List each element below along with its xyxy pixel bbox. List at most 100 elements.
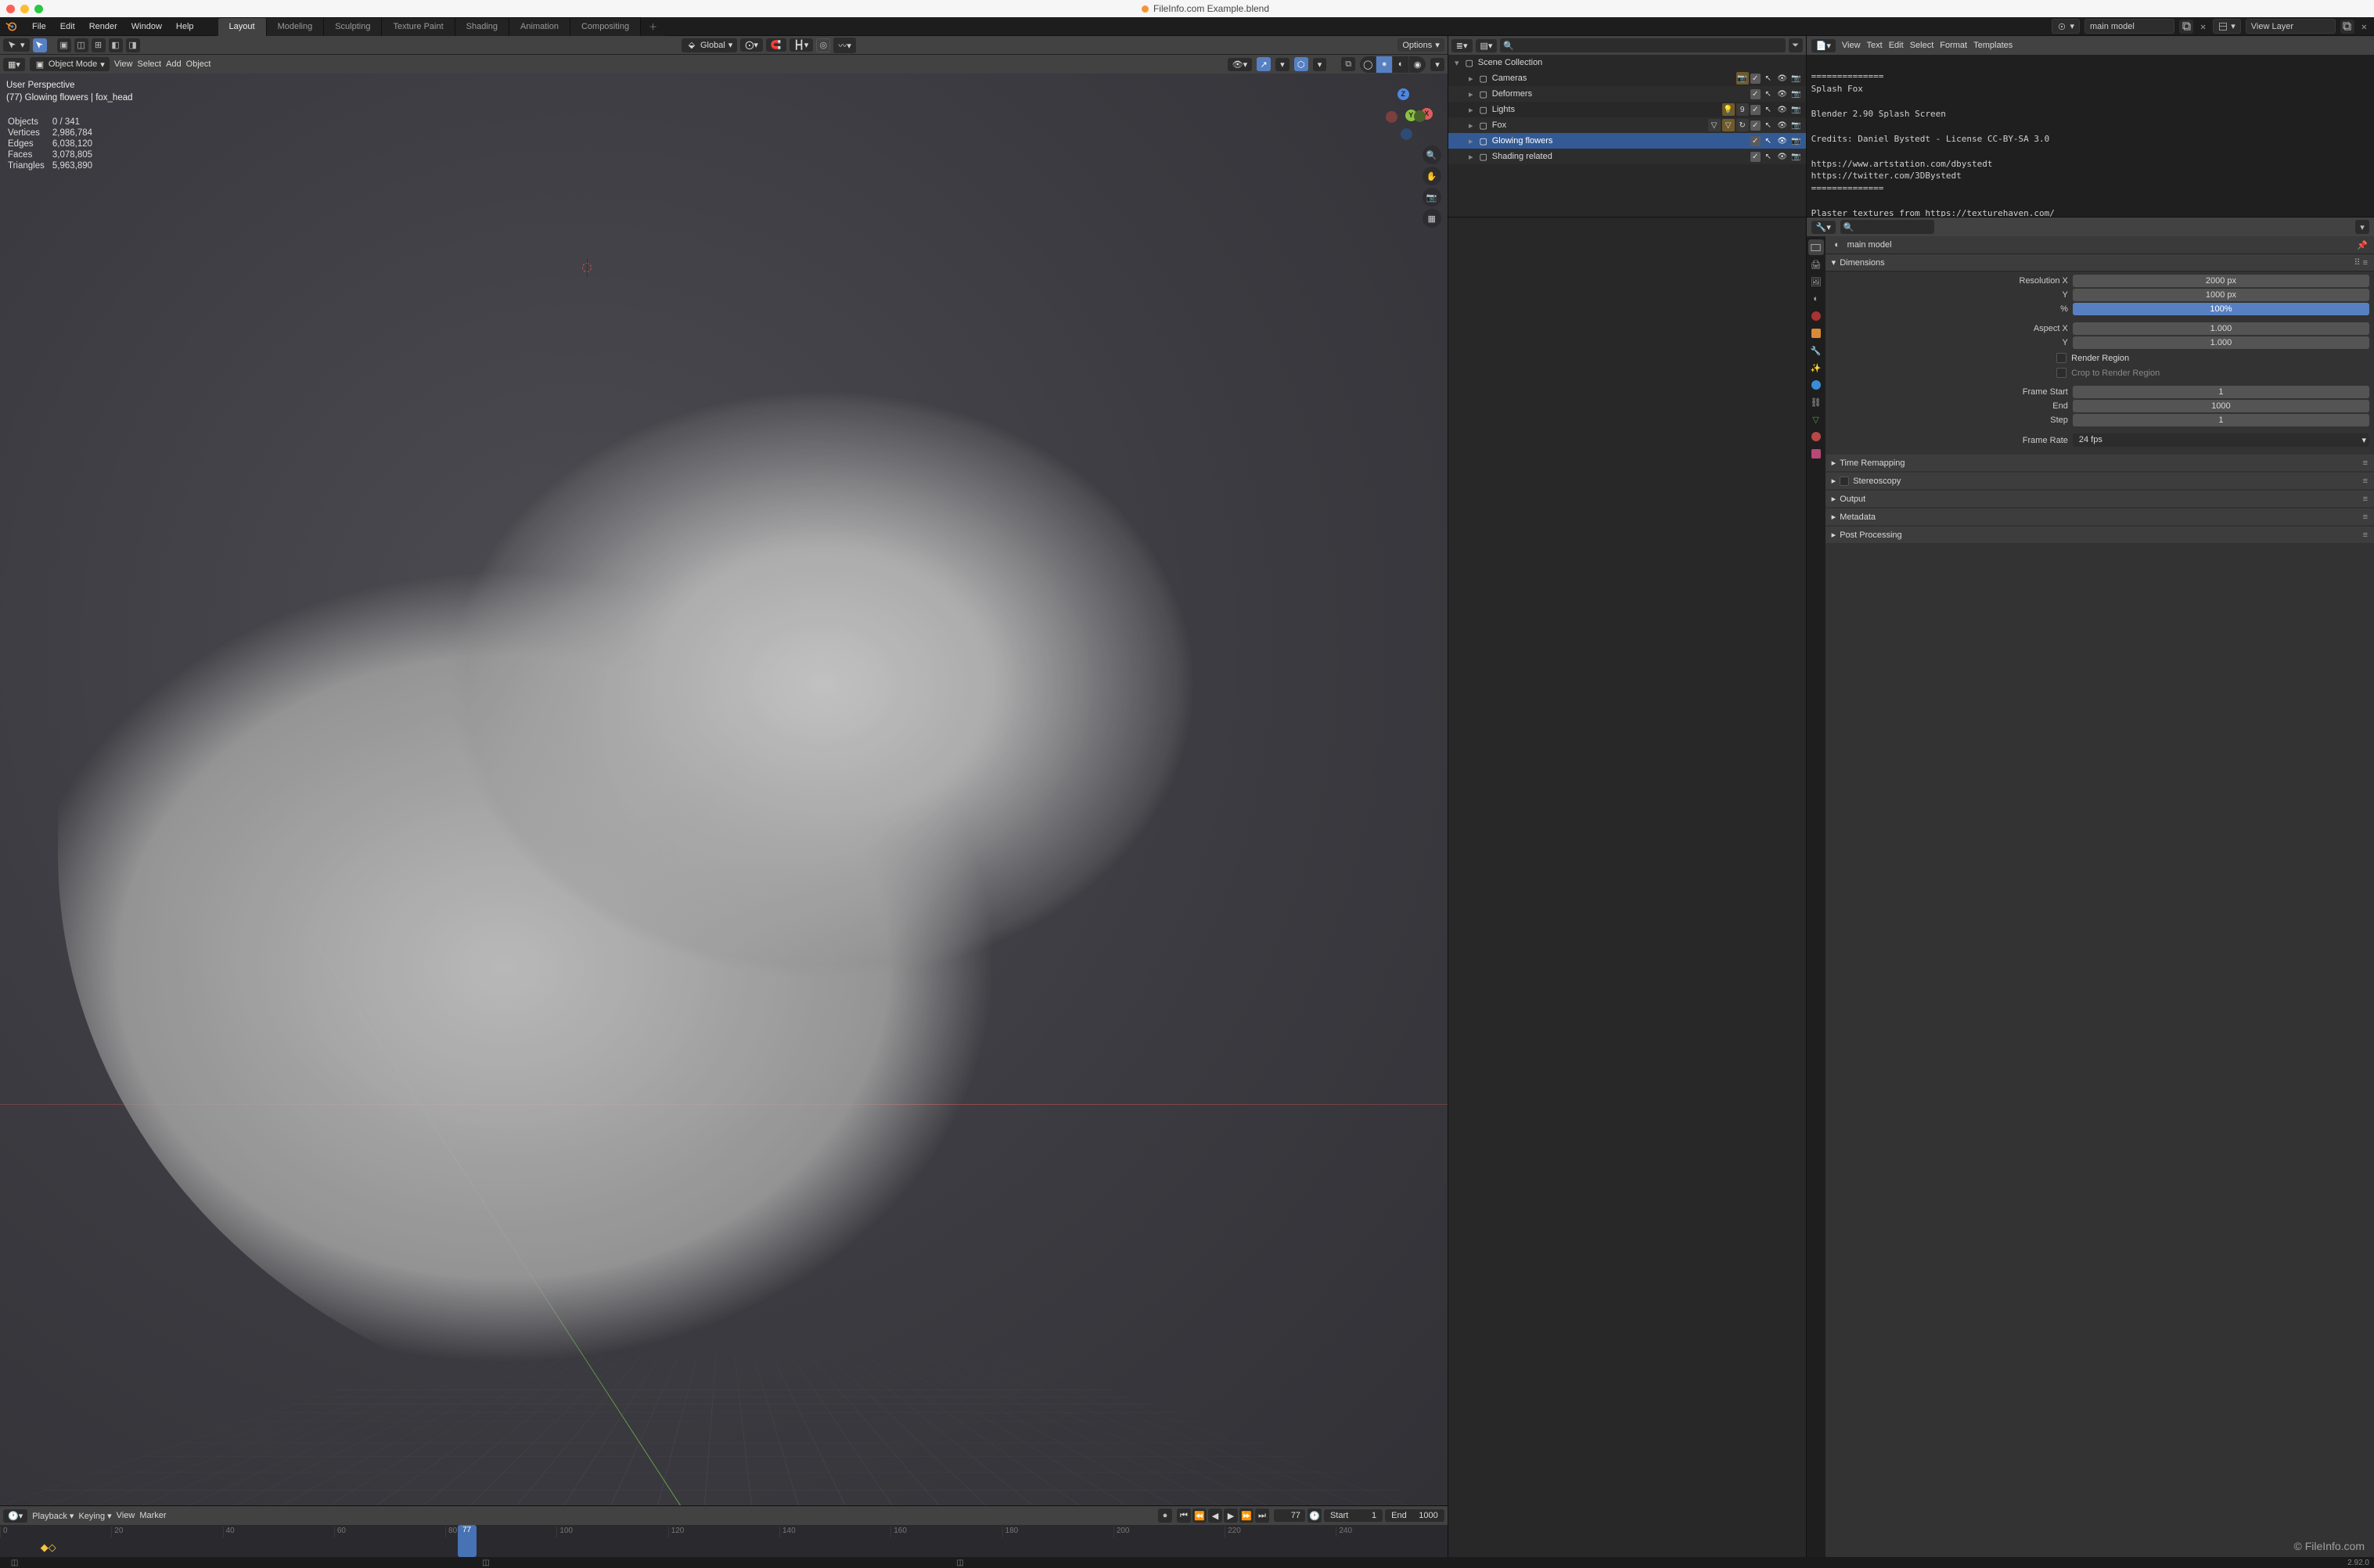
proportional-falloff[interactable]: 〰▾: [833, 38, 856, 53]
pin-icon[interactable]: 📌: [2357, 240, 2368, 250]
exclude-checkbox[interactable]: ✓: [1750, 152, 1761, 162]
frame-start-field[interactable]: Start1: [1324, 1509, 1383, 1522]
viewport-menu-add[interactable]: Add: [166, 59, 182, 69]
outliner-search-input[interactable]: 🔍: [1500, 38, 1785, 52]
properties-options[interactable]: ▾: [2355, 220, 2369, 234]
zoom-icon[interactable]: 🔍: [1423, 146, 1441, 164]
texteditor-menu-text[interactable]: Text: [1867, 41, 1883, 50]
viewport-menu-select[interactable]: Select: [137, 59, 161, 69]
scene-name-field[interactable]: main model: [2084, 19, 2174, 34]
texteditor-menu-view[interactable]: View: [1842, 41, 1861, 50]
jump-to-start-icon[interactable]: ⏮: [1177, 1509, 1191, 1523]
render-region-checkbox[interactable]: Render Region: [1830, 351, 2369, 365]
workspace-tab-layout[interactable]: Layout: [218, 17, 267, 36]
area-corner-mid1[interactable]: ◫: [479, 1559, 493, 1567]
panel-stereoscopy[interactable]: ▸Stereoscopy≡: [1825, 473, 2374, 489]
texteditor-menu-select[interactable]: Select: [1910, 41, 1934, 50]
transform-orientation[interactable]: ⬙Global ▾: [682, 38, 737, 52]
visibility-icon[interactable]: 👁: [1776, 150, 1789, 163]
visibility-icon[interactable]: 👁: [1776, 119, 1789, 131]
render-icon[interactable]: 📷: [1790, 103, 1803, 116]
select-mode-4[interactable]: ◧: [109, 38, 123, 52]
resolution-x-field[interactable]: 2000 px: [2073, 275, 2369, 287]
texteditor-menu-templates[interactable]: Templates: [1973, 41, 2013, 50]
frame-step-field[interactable]: 1: [2073, 414, 2369, 426]
aspect-y-field[interactable]: 1.000: [2073, 336, 2369, 349]
exclude-checkbox[interactable]: ✓: [1750, 120, 1761, 131]
tab-texture[interactable]: [1808, 446, 1824, 462]
editor-type-text[interactable]: 📄▾: [1811, 39, 1836, 52]
shading-rendered[interactable]: ◉: [1409, 56, 1426, 73]
visibility-icon[interactable]: 👁: [1776, 103, 1789, 116]
crop-region-checkbox[interactable]: Crop to Render Region: [1830, 365, 2369, 380]
tab-render[interactable]: [1808, 239, 1824, 255]
selectable-icon[interactable]: ↖: [1762, 88, 1775, 100]
overlays-options[interactable]: ▾: [1313, 58, 1327, 71]
gizmo-z-axis[interactable]: Z: [1397, 88, 1409, 100]
playhead[interactable]: 77: [458, 1525, 477, 1557]
editor-type-3dview[interactable]: ▦▾: [3, 58, 25, 71]
tree-collection-shading-related[interactable]: ▸ ▢ Shading related ✓ ↖ 👁 📷: [1448, 149, 1806, 164]
tree-collection-deformers[interactable]: ▸ ▢ Deformers ✓ ↖ 👁 📷: [1448, 86, 1806, 102]
selectable-icon[interactable]: ↖: [1762, 72, 1775, 85]
editor-type-outliner[interactable]: ≣▾: [1451, 39, 1473, 52]
area-corner-mid2[interactable]: ◫: [953, 1559, 967, 1567]
xray-toggle[interactable]: ⧉: [1341, 57, 1355, 71]
delete-scene-button[interactable]: ✕: [2198, 20, 2208, 33]
exclude-checkbox[interactable]: ✓: [1750, 105, 1761, 115]
gizmo-options[interactable]: ▾: [1275, 58, 1290, 71]
close-window-button[interactable]: [6, 5, 15, 13]
select-mode-2[interactable]: ◫: [74, 38, 88, 52]
resolution-y-field[interactable]: 1000 px: [2073, 289, 2369, 301]
menu-edit[interactable]: Edit: [53, 20, 82, 34]
snap-toggle[interactable]: 🧲: [766, 38, 786, 52]
properties-search-input[interactable]: 🔍: [1840, 220, 1934, 234]
frame-end-field[interactable]: End1000: [1385, 1509, 1444, 1522]
tab-scene[interactable]: ◐: [1808, 291, 1824, 307]
object-visibility-dropdown[interactable]: 👁▾: [1228, 58, 1253, 71]
menu-help[interactable]: Help: [169, 20, 201, 34]
gizmo-toggle[interactable]: ↗: [1257, 57, 1271, 71]
editor-type-timeline[interactable]: 🕐▾: [3, 1509, 27, 1523]
tree-collection-lights[interactable]: ▸ ▢ Lights 💡9 ✓ ↖ 👁 📷: [1448, 102, 1806, 117]
preview-range-toggle[interactable]: 🕐: [1307, 1509, 1322, 1523]
outliner-display-mode[interactable]: ▤▾: [1476, 39, 1498, 52]
gizmo-neg-y[interactable]: [1414, 110, 1426, 122]
auto-keying-toggle[interactable]: ●: [1158, 1509, 1172, 1523]
current-frame-field[interactable]: 77: [1274, 1509, 1305, 1522]
delete-viewlayer-button[interactable]: ✕: [2359, 20, 2369, 33]
pivot-point[interactable]: ⨀▾: [740, 38, 763, 52]
texteditor-content[interactable]: ============== Splash Fox Blender 2.90 S…: [1807, 55, 2374, 217]
play-reverse-icon[interactable]: ◀: [1208, 1509, 1222, 1523]
panel-time-remapping[interactable]: ▸Time Remapping≡: [1825, 455, 2374, 471]
options-dropdown[interactable]: Options ▾: [1397, 38, 1444, 52]
frame-rate-dropdown[interactable]: 24 fps▾: [2073, 433, 2369, 447]
workspace-tab-compositing[interactable]: Compositing: [570, 17, 641, 36]
new-viewlayer-button[interactable]: [2340, 20, 2354, 34]
scene-browse-button[interactable]: ▾: [2052, 19, 2080, 34]
tab-modifiers[interactable]: 🔧: [1808, 343, 1824, 358]
gizmo-neg-x[interactable]: [1386, 111, 1397, 123]
keyframe-marker-icon[interactable]: ◆◇: [41, 1541, 56, 1554]
menu-window[interactable]: Window: [124, 20, 169, 34]
selectable-icon[interactable]: ↖: [1762, 119, 1775, 131]
render-icon[interactable]: 📷: [1790, 119, 1803, 131]
dimensions-panel-header[interactable]: ▾Dimensions ⠿ ≡: [1825, 254, 2374, 272]
tab-object[interactable]: [1808, 325, 1824, 341]
viewlayer-browse-button[interactable]: ▾: [2213, 19, 2241, 34]
shading-material[interactable]: ◐: [1393, 56, 1409, 73]
select-mode-3[interactable]: ⊞: [92, 38, 106, 52]
viewport-menu-view[interactable]: View: [114, 59, 133, 69]
selectable-icon[interactable]: ↖: [1762, 135, 1775, 147]
tab-output[interactable]: 🖨: [1808, 257, 1824, 272]
panel-output[interactable]: ▸Output≡: [1825, 491, 2374, 507]
visibility-icon[interactable]: 👁: [1776, 72, 1789, 85]
new-scene-button[interactable]: [2179, 20, 2193, 34]
panel-presets-icon[interactable]: ⠿ ≡: [2354, 257, 2368, 268]
workspace-tab-texturepaint[interactable]: Texture Paint: [382, 17, 455, 36]
jump-prev-key-icon[interactable]: ⏪: [1192, 1509, 1207, 1523]
selectable-icon[interactable]: ↖: [1762, 150, 1775, 163]
timeline-menu-marker[interactable]: Marker: [139, 1511, 166, 1520]
render-icon[interactable]: 📷: [1790, 72, 1803, 85]
tree-collection-cameras[interactable]: ▸ ▢ Cameras 📷 ✓ ↖ 👁 📷: [1448, 70, 1806, 86]
